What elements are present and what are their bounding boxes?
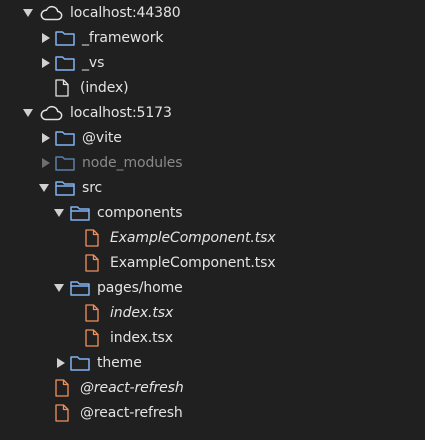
chevron-right-icon[interactable] <box>40 50 52 75</box>
tree-node-localhost-44380[interactable]: localhost:44380 <box>0 0 425 25</box>
chevron-down-icon[interactable] <box>22 100 34 125</box>
tree-node-localhost-5173[interactable]: localhost:5173 <box>0 100 425 125</box>
file-icon <box>54 375 70 400</box>
cloud-icon <box>38 100 64 125</box>
cloud-icon <box>38 0 64 25</box>
folder-open-icon <box>54 175 76 200</box>
file-icon <box>84 225 100 250</box>
chevron-down-icon[interactable] <box>53 200 65 225</box>
chevron-right-icon[interactable] <box>40 25 52 50</box>
file-icon <box>54 400 70 425</box>
tree-node-label: node_modules <box>82 154 183 171</box>
tree-node-vs[interactable]: _vs <box>0 50 425 75</box>
tree-node-pages-home[interactable]: pages/home <box>0 275 425 300</box>
chevron-down-icon[interactable] <box>38 175 50 200</box>
tree-node-label: theme <box>97 354 142 371</box>
folder-open-icon <box>69 200 91 225</box>
tree-node-label: @react-refresh <box>80 379 184 396</box>
chevron-right-icon[interactable] <box>40 150 52 175</box>
tree-node-index-tsx-italic[interactable]: index.tsx <box>0 300 425 325</box>
chevron-right-icon[interactable] <box>40 125 52 150</box>
tree-node-label: @vite <box>82 129 122 146</box>
file-icon <box>84 250 100 275</box>
chevron-down-icon[interactable] <box>22 0 34 25</box>
tree-node-label: localhost:5173 <box>70 104 172 121</box>
file-icon <box>84 300 100 325</box>
tree-node-label: @react-refresh <box>80 404 183 421</box>
tree-node-framework[interactable]: _framework <box>0 25 425 50</box>
folder-icon <box>54 125 76 150</box>
tree-node-label: _framework <box>82 29 164 46</box>
tree-node-node-modules[interactable]: node_modules <box>0 150 425 175</box>
folder-icon <box>54 150 76 175</box>
folder-icon <box>69 350 91 375</box>
tree-node-example-component[interactable]: ExampleComponent.tsx <box>0 250 425 275</box>
tree-node-example-component-italic[interactable]: ExampleComponent.tsx <box>0 225 425 250</box>
tree-node-label: ExampleComponent.tsx <box>110 254 276 271</box>
tree-node-label: (index) <box>80 79 129 96</box>
tree-node-label: _vs <box>82 54 105 71</box>
tree-node-label: index.tsx <box>110 304 174 321</box>
tree-node-src[interactable]: src <box>0 175 425 200</box>
tree-node-label: components <box>97 204 183 221</box>
file-icon <box>84 325 100 350</box>
tree-node-react-refresh[interactable]: @react-refresh <box>0 400 425 425</box>
tree-node-theme[interactable]: theme <box>0 350 425 375</box>
tree-node-index[interactable]: (index) <box>0 75 425 100</box>
folder-open-icon <box>69 275 91 300</box>
tree-node-label: src <box>82 179 103 196</box>
chevron-down-icon[interactable] <box>53 275 65 300</box>
folder-icon <box>54 25 76 50</box>
tree-node-components[interactable]: components <box>0 200 425 225</box>
tree-node-label: index.tsx <box>110 329 173 346</box>
file-icon <box>54 75 70 100</box>
tree-node-label: ExampleComponent.tsx <box>110 229 276 246</box>
chevron-right-icon[interactable] <box>55 350 67 375</box>
tree-node-react-refresh-italic[interactable]: @react-refresh <box>0 375 425 400</box>
tree-node-label: pages/home <box>97 279 183 296</box>
tree-node-vite[interactable]: @vite <box>0 125 425 150</box>
tree-node-label: localhost:44380 <box>70 4 181 21</box>
tree-node-index-tsx[interactable]: index.tsx <box>0 325 425 350</box>
folder-icon <box>54 50 76 75</box>
